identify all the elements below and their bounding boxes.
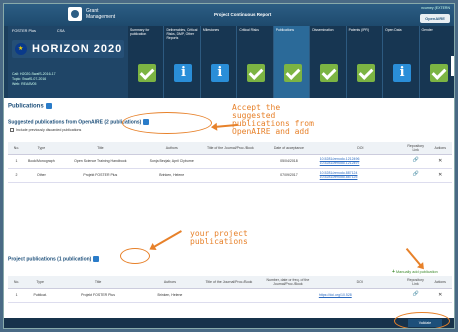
col-date[interactable]: Date of acceptance: [260, 142, 318, 155]
doi-link[interactable]: 10.5281/zenodo.1212497: [320, 161, 401, 165]
check-icon: [138, 64, 156, 82]
publications-section-title: Publications: [8, 103, 52, 110]
logo-text-2: Management: [86, 14, 116, 20]
check-icon: [429, 64, 448, 82]
tab-deliverables[interactable]: Deliverables, Critical Risks, DMP, Other…: [164, 26, 201, 98]
bottom-bar: [4, 318, 454, 328]
tab-publications[interactable]: Publications: [273, 26, 311, 98]
horizon-2020-banner: HORIZON 2020: [12, 40, 124, 58]
tab-dissemination[interactable]: Dissemination: [310, 26, 347, 98]
check-icon: [247, 64, 266, 82]
col-title[interactable]: Title: [57, 142, 143, 155]
include-discarded-checkbox[interactable]: Include previously discarded publication…: [10, 128, 81, 133]
annotation-arrow: [151, 230, 182, 249]
project-acronym: FOSTER Plus: [12, 29, 36, 33]
link-icon[interactable]: [413, 171, 419, 178]
annotation-circle: [122, 112, 212, 134]
tab-gender[interactable]: Gender: [419, 26, 454, 98]
doi-link[interactable]: https://doi.org/10.528: [319, 293, 352, 297]
grant-management-logo: Grant Management: [68, 7, 115, 21]
help-icon[interactable]: [45, 103, 52, 109]
col-doi[interactable]: DOI: [317, 142, 403, 155]
col-no[interactable]: No.: [8, 142, 26, 155]
col-actions: Actions: [428, 142, 452, 155]
top-bar: Grant Management Project Continuous Repo…: [4, 4, 454, 26]
project-info: FOSTER Plus CSA HORIZON 2020 Call: H2020…: [8, 26, 128, 98]
user-name[interactable]: ncurney (EXTERN: [421, 6, 450, 10]
col-authors[interactable]: Authors: [142, 142, 201, 155]
manually-add-publication-link[interactable]: + Manually add publication: [392, 269, 438, 275]
checkbox-icon[interactable]: [10, 128, 14, 133]
table-header-row: No. Type Title Authors Title of the Jour…: [8, 276, 452, 289]
info-icon: i: [210, 64, 229, 82]
col-journal[interactable]: Title of the Journal/Proc./Book: [200, 142, 261, 155]
col-type[interactable]: Type: [25, 142, 58, 155]
plus-icon: +: [392, 269, 395, 275]
main-content: Publications Suggested publications from…: [4, 98, 454, 328]
annotation-circle: [394, 312, 450, 328]
discard-icon[interactable]: ✕: [438, 172, 442, 178]
app-window: Grant Management Project Continuous Repo…: [3, 3, 455, 329]
report-tabs: Summary for publication Deliverables, Cr…: [128, 26, 454, 98]
tab-open-data[interactable]: Open Data i: [383, 26, 420, 98]
link-icon[interactable]: [413, 157, 419, 164]
table-row: 1 Book/Monograph Open Science Training H…: [8, 154, 452, 169]
check-icon: [320, 64, 339, 82]
info-icon: i: [393, 64, 412, 82]
tab-critical-risks[interactable]: Critical Risks: [237, 26, 274, 98]
table-row: 1 Publicat. Projekt FOSTER Plus Brinken,…: [8, 288, 452, 303]
help-icon[interactable]: [93, 256, 100, 262]
link-icon[interactable]: [412, 291, 418, 298]
table-header-row: No. Type Title Authors Title of the Jour…: [8, 142, 452, 155]
annotation-arrow: [405, 247, 423, 268]
eu-flag-icon: [15, 43, 27, 55]
annotation-accept: Accept the suggested publications from O…: [232, 103, 314, 136]
project-call: CSA: [56, 29, 65, 33]
programme-name: HORIZON 2020: [32, 43, 123, 55]
openaire-logo: OpenAIRE: [420, 14, 450, 23]
check-icon: [283, 64, 302, 82]
suggested-publications-table: No. Type Title Authors Title of the Jour…: [8, 142, 452, 183]
annotation-yours: your project publications: [190, 229, 248, 246]
discard-icon[interactable]: ✕: [438, 158, 442, 164]
tabs-scroll-handle[interactable]: [450, 56, 454, 76]
tab-patents[interactable]: Patents (IPR): [346, 26, 384, 98]
tab-summary[interactable]: Summary for publication: [128, 26, 165, 98]
doi-link[interactable]: 10.5281/zenodo.887125: [320, 175, 401, 179]
tab-milestones[interactable]: Milestones i: [200, 26, 238, 98]
check-icon: [356, 64, 375, 82]
project-web: Web: REA/B/05: [12, 82, 37, 86]
info-icon: i: [174, 64, 193, 82]
ec-logo-icon: [68, 7, 82, 21]
table-row: 2 Other Projekt FOSTER Plus Brinken, Hel…: [8, 168, 452, 183]
annotation-circle: [120, 248, 150, 264]
report-title: Project Continuous Report: [214, 12, 272, 17]
col-repo[interactable]: Repository Link: [402, 142, 429, 155]
delete-icon[interactable]: ✕: [438, 292, 442, 298]
project-publications-table: No. Type Title Authors Title of the Jour…: [8, 276, 452, 303]
project-publications-title: Project publications (1 publication): [8, 256, 100, 262]
